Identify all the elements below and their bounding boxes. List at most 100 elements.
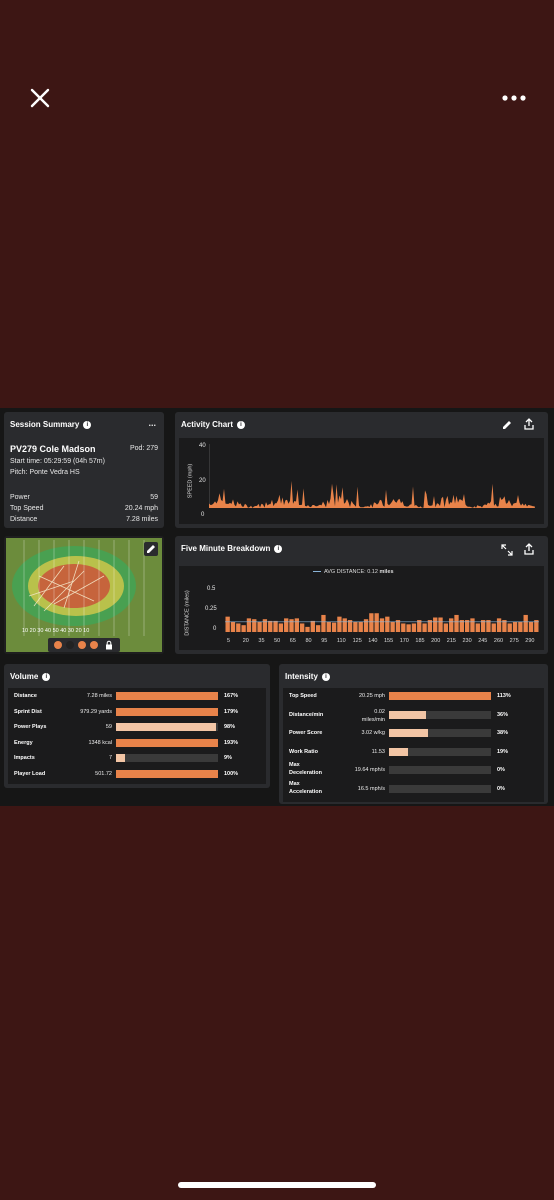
metric-bar-fill [116, 738, 218, 747]
metric-percent: 100% [224, 770, 239, 777]
summary-menu-button[interactable]: ... [148, 418, 156, 428]
info-icon[interactable]: i [42, 672, 51, 681]
metric-value: 1348 kcal [88, 739, 112, 746]
distance-bar[interactable] [379, 618, 385, 632]
distance-bar[interactable] [225, 616, 230, 632]
metric-percent: 9% [224, 755, 232, 761]
distance-bar[interactable] [342, 618, 347, 632]
distance-bar[interactable] [230, 621, 236, 632]
breakdown-bars: 5 20 35 50 65 80 95 110 125 140 155 170 185 200 215 230… [225, 613, 539, 644]
distance-bar[interactable] [257, 621, 262, 632]
page-dot[interactable] [78, 641, 86, 649]
y-tick: 0 [201, 512, 205, 518]
distance-bar[interactable] [390, 621, 395, 632]
share-icon[interactable] [523, 543, 535, 555]
volume-card: Volume i Distance 7.28 miles 167% Sprint Dis… [4, 664, 270, 788]
page-dot[interactable] [66, 641, 74, 649]
distance-bar[interactable] [491, 623, 496, 632]
info-icon[interactable]: i [321, 672, 330, 681]
distance-bar[interactable] [369, 613, 374, 632]
distance-bar[interactable] [512, 621, 518, 632]
distance-bar[interactable] [454, 614, 459, 632]
metric-bar-track [116, 738, 218, 747]
home-indicator[interactable] [178, 1182, 376, 1188]
distance-bar[interactable] [305, 626, 310, 632]
stat-value: 20.24 mph [124, 505, 158, 512]
x-tick: 185 [415, 638, 424, 644]
distance-bar[interactable] [470, 618, 475, 632]
distance-bar[interactable] [315, 625, 321, 632]
lock-icon[interactable] [104, 640, 114, 650]
distance-bar[interactable] [331, 622, 337, 632]
metric-label: Player Load [14, 770, 46, 777]
metric-bar-fill [389, 729, 428, 737]
distance-bar[interactable] [353, 621, 358, 632]
x-tick: 80 [306, 638, 312, 644]
info-icon[interactable]: i [237, 420, 246, 429]
field-heatmap [6, 538, 162, 652]
expand-icon[interactable] [501, 544, 513, 556]
more-options-button[interactable] [500, 90, 528, 106]
pencil-icon[interactable] [501, 419, 513, 431]
distance-bar[interactable] [252, 619, 257, 632]
distance-bar[interactable] [278, 623, 284, 632]
distance-bar[interactable] [496, 618, 502, 632]
distance-bar[interactable] [374, 613, 379, 632]
distance-bar[interactable] [411, 623, 417, 632]
distance-bar[interactable] [294, 618, 300, 632]
distance-bar[interactable] [337, 616, 342, 632]
distance-bar[interactable] [241, 625, 246, 632]
distance-bar[interactable] [433, 617, 438, 633]
session-summary-card: Session Summary i ... PV279 Cole Madson P… [4, 412, 164, 528]
distance-bar[interactable] [310, 620, 315, 632]
metric-bar-track [116, 769, 218, 778]
distance-bar[interactable] [406, 624, 411, 632]
distance-bar[interactable] [321, 614, 326, 632]
info-icon[interactable]: i [274, 544, 283, 553]
distance-bar[interactable] [449, 618, 454, 632]
distance-bar[interactable] [236, 623, 241, 632]
stat-label: Distance [10, 516, 38, 523]
distance-bar[interactable] [422, 623, 427, 632]
metric-bar-track [389, 729, 491, 737]
distance-bar[interactable] [518, 621, 523, 632]
close-button[interactable] [28, 86, 52, 110]
session-summary-title: Session Summary i [10, 420, 92, 429]
distance-bar[interactable] [284, 618, 289, 632]
metric-label: Max [289, 762, 300, 768]
x-tick: 110 [337, 638, 346, 644]
heatmap-card: 10 20 30 40 50 40 30 20 10 [4, 536, 164, 654]
distance-bar[interactable] [528, 621, 534, 632]
pitch-name: Pitch: Ponte Vedra HS [10, 469, 80, 476]
share-icon[interactable] [523, 418, 535, 430]
metric-label: Deceleration [289, 770, 323, 776]
distance-bar[interactable] [268, 620, 273, 632]
distance-bar[interactable] [246, 618, 252, 632]
page-dot[interactable] [90, 641, 98, 649]
distance-bar[interactable] [300, 623, 305, 632]
map-edit-button[interactable] [144, 542, 158, 556]
distance-bar[interactable] [475, 623, 480, 632]
x-tick: 95 [321, 638, 327, 644]
distance-bar[interactable] [363, 619, 369, 632]
stat-label: Top Speed [10, 505, 44, 512]
metric-value: 3.02 w/kg [361, 730, 385, 736]
pencil-icon [147, 545, 155, 553]
metric-bar-fill [389, 692, 491, 700]
info-icon[interactable]: i [83, 420, 92, 429]
distance-bar[interactable] [443, 623, 449, 632]
distance-bar[interactable] [273, 620, 278, 632]
metric-bar-fill [116, 723, 216, 731]
distance-bar[interactable] [523, 614, 528, 632]
intensity-title-text: Intensity [285, 672, 318, 681]
distance-bar[interactable] [289, 619, 294, 632]
distance-bar[interactable] [385, 616, 390, 632]
distance-bar[interactable] [401, 623, 406, 632]
metric-value: 7 [108, 755, 112, 761]
distance-bar[interactable] [438, 617, 443, 633]
distance-bar[interactable] [358, 621, 363, 632]
page-dot[interactable] [54, 641, 62, 649]
distance-bar[interactable] [326, 621, 331, 632]
distance-bar[interactable] [507, 623, 512, 632]
distance-bar[interactable] [262, 619, 268, 632]
